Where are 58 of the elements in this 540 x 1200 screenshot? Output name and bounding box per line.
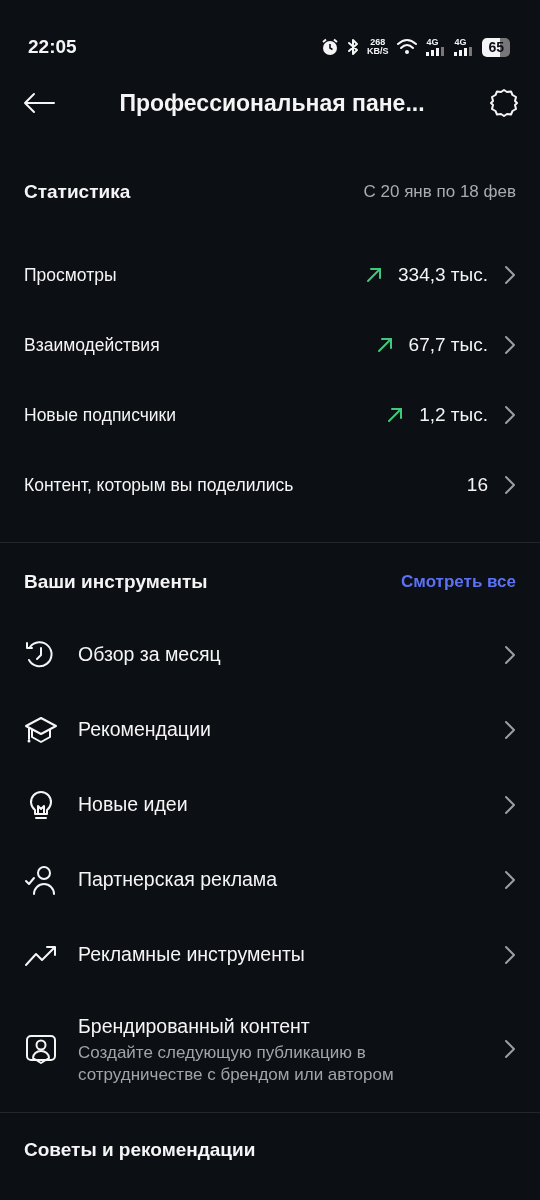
back-arrow-icon[interactable]: [22, 92, 56, 114]
wifi-icon: [396, 38, 419, 56]
network-type: 4G: [454, 38, 468, 47]
tool-item[interactable]: Рекомендации: [24, 692, 516, 767]
tool-title: Рекламные инструменты: [78, 941, 306, 967]
chevron-right-icon: [504, 335, 516, 355]
tool-item[interactable]: Партнерская реклама: [24, 842, 516, 917]
tool-item[interactable]: Рекламные инструменты: [24, 917, 516, 992]
chevron-right-icon: [504, 265, 516, 285]
tool-title: Брендированный контент: [78, 1014, 311, 1040]
signal-icon: [454, 47, 475, 56]
stat-row[interactable]: Контент, которым вы поделились 16: [24, 450, 516, 520]
stat-row[interactable]: Просмотры 334,3 тыс.: [24, 240, 516, 310]
status-time: 22:05: [28, 34, 77, 59]
tool-title: Новые идеи: [78, 791, 189, 817]
bluetooth-icon: [346, 38, 359, 56]
tool-title: Рекомендации: [78, 716, 212, 742]
stat-value: 334,3 тыс.: [398, 262, 488, 287]
battery-level: 65: [482, 37, 510, 57]
trend-up-arrow-icon: [387, 407, 404, 423]
page-title: Профессиональная пане...: [119, 88, 425, 118]
stat-label: Просмотры: [24, 263, 117, 287]
stat-row[interactable]: Взаимодействия 67,7 тыс.: [24, 310, 516, 380]
chevron-right-icon: [504, 405, 516, 425]
chevron-right-icon: [504, 475, 516, 495]
tool-description: Создайте следующую публикацию в сотрудничестве с брендом или автором: [78, 1041, 395, 1086]
section-title: Ваши инструменты: [24, 569, 208, 594]
network-speed: 268: [370, 38, 386, 47]
chevron-right-icon: [504, 1039, 516, 1059]
stat-value: 16: [466, 472, 488, 497]
trend-up-arrow-icon: [366, 267, 383, 283]
tool-title: Партнерская реклама: [78, 866, 279, 892]
tool-item[interactable]: Брендированный контент Создайте следующую публикацию в сотрудничестве с брендом или автором: [24, 992, 516, 1106]
see-all-link[interactable]: Смотреть все: [401, 569, 516, 595]
trend-up-arrow-icon: [376, 337, 393, 353]
stat-row[interactable]: Новые подписчики 1,2 тыс.: [24, 380, 516, 450]
stat-value: 1,2 тыс.: [419, 402, 488, 427]
network-type: 4G: [426, 38, 440, 47]
profile-badge-icon: [24, 1032, 58, 1066]
chevron-right-icon: [504, 644, 516, 665]
tool-item[interactable]: Новые идеи: [24, 767, 516, 842]
stat-label: Контент, которым вы поделились: [24, 473, 294, 497]
signal-icon: [426, 47, 447, 56]
date-range: С 20 янв по 18 фев: [363, 181, 516, 204]
tool-title: Обзор за месяц: [78, 641, 222, 667]
settings-icon[interactable]: [488, 87, 520, 119]
network-speed-unit: KB/S: [366, 47, 389, 56]
stat-label: Новые подписчики: [24, 403, 176, 427]
chevron-right-icon: [504, 719, 516, 740]
tool-item[interactable]: Обзор за месяц: [24, 617, 516, 692]
stat-label: Взаимодействия: [24, 333, 160, 357]
section-title: Статистика: [24, 179, 131, 204]
alarm-icon: [320, 38, 339, 56]
chevron-right-icon: [504, 944, 516, 965]
stat-value: 67,7 тыс.: [408, 332, 488, 357]
chevron-right-icon: [504, 869, 516, 890]
chevron-right-icon: [504, 794, 516, 815]
section-title: Советы и рекомендации: [24, 1137, 256, 1162]
